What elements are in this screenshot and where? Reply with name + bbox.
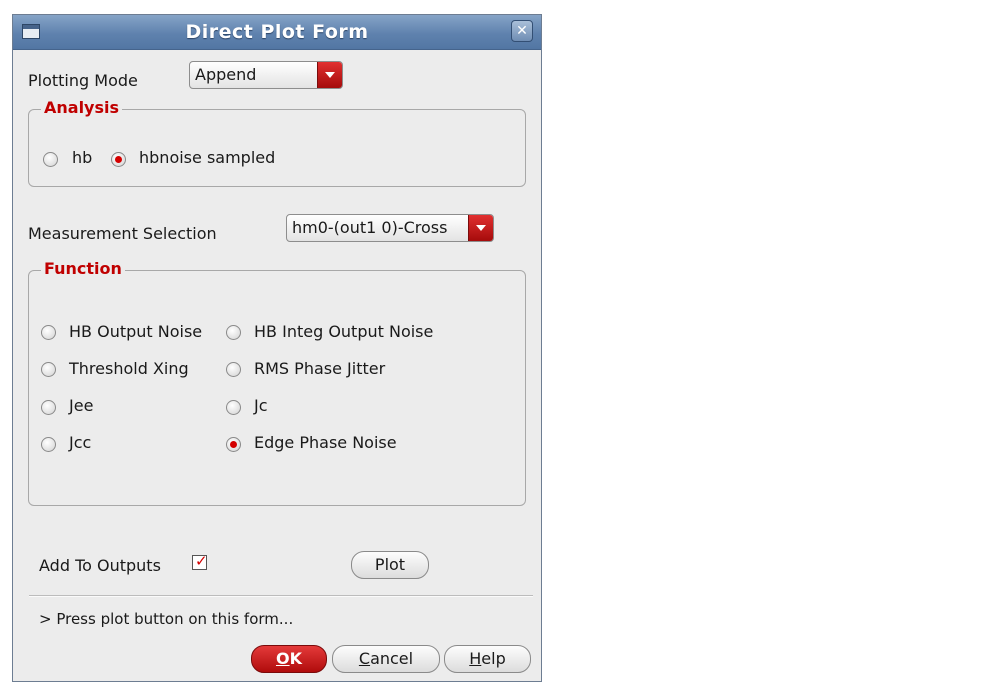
cancel-mnemonic: C xyxy=(358,649,371,668)
plotting-mode-label: Plotting Mode xyxy=(28,71,138,90)
plotting-mode-select[interactable]: Append xyxy=(189,61,343,89)
function-legend: Function xyxy=(41,259,125,278)
measurement-selection-value: hm0-(out1 0)-Cross xyxy=(292,218,448,237)
function-radio-jee[interactable] xyxy=(41,400,56,415)
function-radio-jc[interactable] xyxy=(226,400,241,415)
window-title: Direct Plot Form xyxy=(185,21,369,43)
help-button[interactable]: Help xyxy=(444,645,531,673)
function-label-jc: Jc xyxy=(254,396,268,415)
direct-plot-form-window: Direct Plot Form ✕ Plotting Mode Append … xyxy=(12,14,542,682)
status-message: > Press plot button on this form... xyxy=(39,610,294,628)
plot-button[interactable]: Plot xyxy=(351,551,429,579)
cancel-button[interactable]: Cancel xyxy=(332,645,440,673)
plotting-mode-value: Append xyxy=(195,65,257,84)
help-label-rest: elp xyxy=(481,649,506,668)
measurement-selection-label: Measurement Selection xyxy=(28,224,217,243)
function-label-hb-output-noise: HB Output Noise xyxy=(69,322,203,341)
analysis-radio-hb[interactable] xyxy=(43,152,58,167)
close-button[interactable]: ✕ xyxy=(511,20,533,42)
help-mnemonic: H xyxy=(469,649,482,668)
chevron-down-icon xyxy=(468,215,493,241)
function-radio-rms-phase-jitter[interactable] xyxy=(226,362,241,377)
function-radio-edge-phase-noise[interactable] xyxy=(226,437,241,452)
analysis-group: Analysis hb hbnoise sampled xyxy=(28,98,526,187)
function-radio-jcc[interactable] xyxy=(41,437,56,452)
analysis-legend: Analysis xyxy=(41,98,123,117)
function-label-threshold-xing: Threshold Xing xyxy=(69,359,189,378)
divider xyxy=(29,595,533,597)
chevron-down-icon xyxy=(317,62,342,88)
function-label-hb-integ-output-noise: HB Integ Output Noise xyxy=(254,322,434,341)
ok-label-rest: K xyxy=(289,649,302,668)
function-label-rms-phase-jitter: RMS Phase Jitter xyxy=(254,359,386,378)
function-group: Function HB Output Noise HB Integ Output… xyxy=(28,259,526,506)
add-to-outputs-label: Add To Outputs xyxy=(39,556,161,575)
title-bar[interactable]: Direct Plot Form ✕ xyxy=(13,15,541,50)
add-to-outputs-checkbox[interactable]: ✓ xyxy=(192,552,208,570)
function-radio-threshold-xing[interactable] xyxy=(41,362,56,377)
function-radio-hb-integ-output-noise[interactable] xyxy=(226,325,241,340)
function-label-edge-phase-noise: Edge Phase Noise xyxy=(254,433,397,452)
function-label-jcc: Jcc xyxy=(69,433,92,452)
function-label-jee: Jee xyxy=(69,396,94,415)
checkmark-icon: ✓ xyxy=(195,552,208,570)
analysis-label-hb: hb xyxy=(72,148,93,167)
cancel-label-rest: ancel xyxy=(370,649,414,668)
ok-button[interactable]: OK xyxy=(251,645,327,673)
ok-mnemonic: O xyxy=(275,649,290,668)
measurement-selection-select[interactable]: hm0-(out1 0)-Cross xyxy=(286,214,494,242)
analysis-radio-hbnoise-sampled[interactable] xyxy=(111,152,126,167)
analysis-label-hbnoise-sampled: hbnoise sampled xyxy=(139,148,276,167)
function-radio-hb-output-noise[interactable] xyxy=(41,325,56,340)
close-icon: ✕ xyxy=(516,23,528,39)
